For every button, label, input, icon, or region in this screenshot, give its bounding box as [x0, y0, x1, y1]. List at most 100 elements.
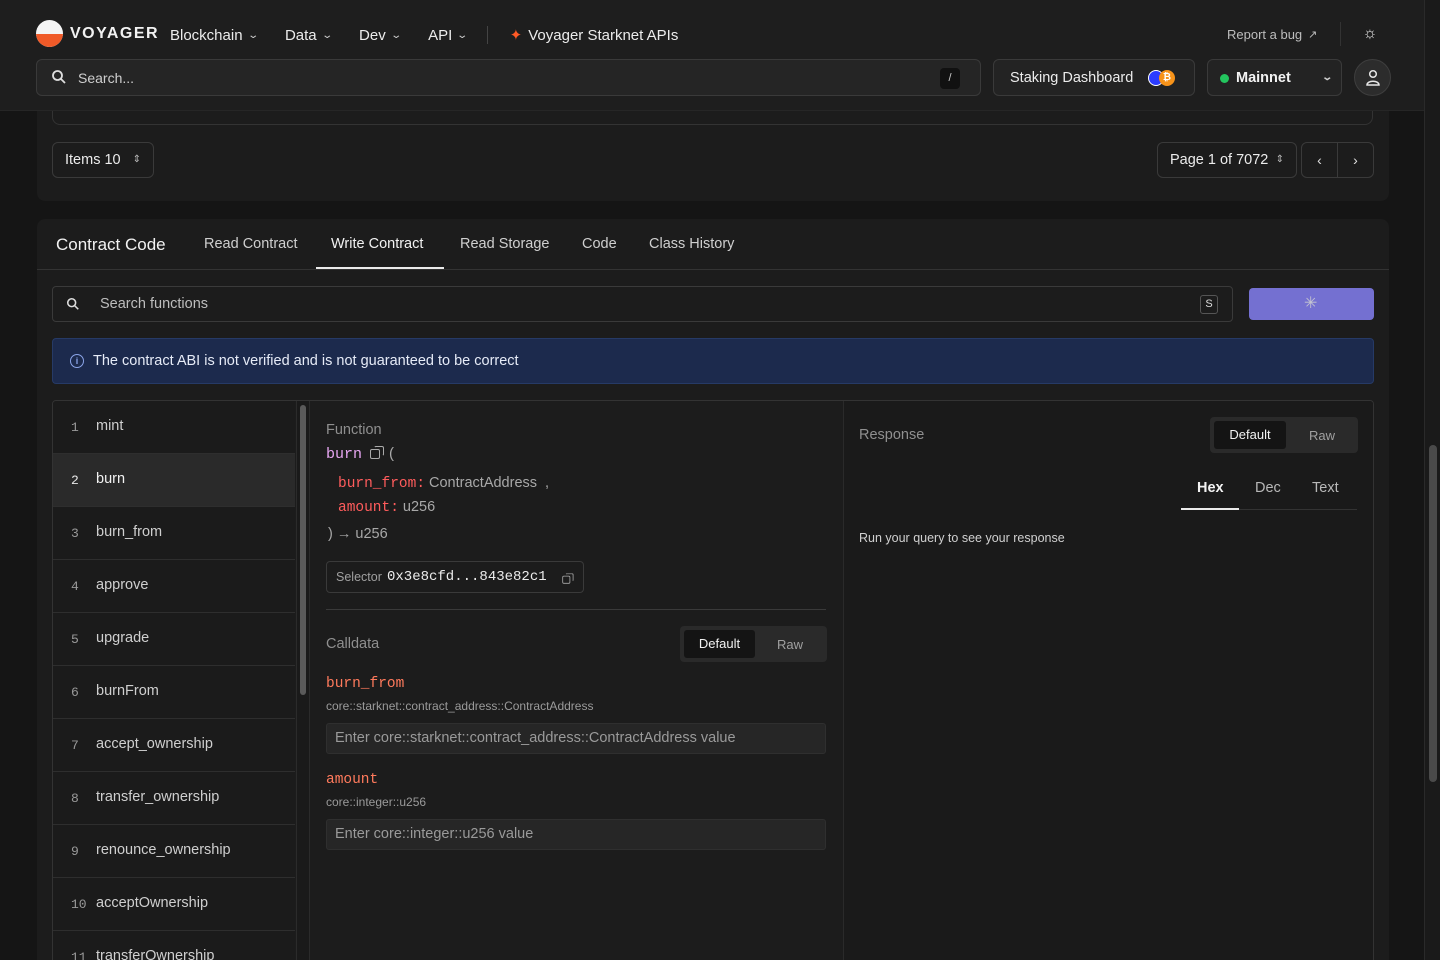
page-scrollbar[interactable] [1424, 0, 1440, 960]
amount-input[interactable]: Enter core::integer::u256 value [326, 819, 826, 850]
chevron-right-icon: › [1353, 152, 1358, 168]
search-shortcut-key: / [940, 68, 960, 89]
nav-api[interactable]: API ⌄ [428, 24, 468, 46]
sun-icon[interactable]: ☼ [1362, 26, 1378, 42]
open-paren: ( [389, 445, 395, 462]
function-list-item[interactable]: 8 transfer_ownership [53, 772, 295, 825]
next-page-button[interactable]: › [1337, 142, 1374, 178]
param-type: core::starknet::contract_address::Contra… [326, 699, 594, 713]
tab-write-contract[interactable]: Write Contract [331, 236, 423, 252]
staking-dashboard-button[interactable]: Staking Dashboard ₿ [993, 59, 1195, 96]
copy-icon[interactable] [562, 573, 574, 584]
tab-dec[interactable]: Dec [1255, 480, 1281, 496]
chevron-down-icon: ⌄ [320, 29, 333, 41]
network-select[interactable]: Mainnet ⌄ [1207, 59, 1342, 96]
info-icon: i [70, 354, 84, 368]
function-list-item[interactable]: 7 accept_ownership [53, 719, 295, 772]
items-per-page-label: Items 10 [65, 152, 121, 168]
function-search-input[interactable]: Search functions S [52, 286, 1233, 322]
function-list-item[interactable]: 1 mint [53, 401, 295, 454]
function-search-shortcut-key: S [1200, 295, 1218, 314]
sort-icon: ⇕ [1275, 154, 1284, 165]
function-name: transferOwnership [96, 948, 215, 960]
tab-read-contract[interactable]: Read Contract [204, 236, 298, 252]
selector-value: 0x3e8cfd...843e82c1 [387, 569, 547, 585]
chevron-down-icon: ⌄ [1320, 72, 1333, 83]
nav-dev-label: Dev [359, 26, 386, 44]
function-signature-name: burn [326, 446, 363, 463]
function-list-item[interactable]: 3 burn_from [53, 507, 295, 560]
scrollbar-thumb[interactable] [1429, 445, 1437, 782]
items-per-page-select[interactable]: Items 10 ⇕ [52, 142, 154, 178]
page-select-label: Page 1 of 7072 [1170, 152, 1269, 168]
btc-coin-icon: ₿ [1159, 70, 1175, 86]
tab-hex[interactable]: Hex [1197, 480, 1224, 496]
arg-separator: , [545, 475, 550, 491]
section-title: Contract Code [56, 235, 166, 254]
function-index: 1 [71, 420, 79, 435]
arg-name: amount: [338, 500, 399, 516]
sort-icon: ⇕ [132, 154, 141, 165]
function-list-item[interactable]: 9 renounce_ownership [53, 825, 295, 878]
param-type: core::integer::u256 [326, 795, 427, 809]
user-icon [1366, 69, 1380, 86]
main-nav: Blockchain ⌄ Data ⌄ Dev ⌄ API ⌄ ✦ Voyager Sta… [170, 24, 678, 46]
chevron-down-icon: ⌄ [390, 29, 402, 41]
function-index: 10 [71, 897, 87, 912]
burn-from-input[interactable]: Enter core::starknet::contract_address::… [326, 723, 826, 754]
function-index: 8 [71, 791, 79, 806]
function-list-scrollbar[interactable] [296, 401, 310, 960]
divider [326, 609, 826, 610]
logo[interactable]: VOYAGER [36, 20, 159, 47]
nav-dev[interactable]: Dev ⌄ [359, 24, 402, 46]
coins-icon: ₿ [1148, 69, 1180, 87]
function-detail-pane: Function burn ( burn_from: ContractAddress… [311, 401, 843, 960]
previous-page-button[interactable]: ‹ [1301, 142, 1338, 178]
contract-tabs: Contract Code Read Contract Write Contra… [37, 219, 1389, 270]
function-list-item[interactable]: 10 acceptOwnership [53, 878, 295, 931]
function-search-placeholder: Search functions [100, 296, 209, 312]
tab-class-history[interactable]: Class History [649, 236, 734, 252]
function-index: 7 [71, 738, 79, 753]
calldata-mode-default[interactable]: Default [684, 630, 755, 658]
function-list-item[interactable]: 5 upgrade [53, 613, 295, 666]
loading-spinner-icon: ✳ [1304, 295, 1318, 312]
function-list-item[interactable]: 4 approve [53, 560, 295, 613]
nav-api-label: API [428, 26, 453, 44]
param-name: burn_from [326, 676, 405, 692]
nav-data[interactable]: Data ⌄ [285, 24, 333, 46]
function-list-item[interactable]: 11 transferOwnership [53, 931, 295, 960]
report-bug-link[interactable]: Report a bug ↗ [1227, 27, 1317, 42]
function-name: upgrade [96, 630, 150, 646]
function-section-label: Function [326, 422, 382, 438]
user-avatar-button[interactable] [1354, 59, 1391, 96]
active-tab-indicator [316, 267, 444, 269]
calldata-mode-raw[interactable]: Raw [758, 630, 822, 658]
response-mode-default[interactable]: Default [1214, 421, 1286, 449]
top-header: VOYAGER Blockchain ⌄ Data ⌄ Dev ⌄ API ⌄ ✦ Voy… [0, 0, 1424, 111]
function-list-item[interactable]: 2 burn [53, 454, 295, 507]
abi-warning-text: The contract ABI is not verified and is … [93, 353, 519, 369]
response-mode-raw[interactable]: Raw [1290, 421, 1354, 449]
nav-blockchain-label: Blockchain [170, 26, 243, 44]
global-search-placeholder: Search... [78, 70, 135, 86]
tab-text[interactable]: Text [1312, 480, 1339, 496]
copy-icon[interactable] [370, 446, 385, 459]
run-button[interactable]: ✳ [1249, 288, 1374, 320]
page-select[interactable]: Page 1 of 7072 ⇕ [1157, 142, 1297, 178]
function-index: 3 [71, 526, 79, 541]
contract-code-card: Contract Code Read Contract Write Contra… [37, 219, 1389, 960]
function-list-item[interactable]: 6 burnFrom [53, 666, 295, 719]
nav-starknet-apis[interactable]: ✦ Voyager Starknet APIs [510, 26, 679, 45]
nav-blockchain[interactable]: Blockchain ⌄ [170, 24, 259, 46]
tab-read-storage[interactable]: Read Storage [460, 236, 549, 252]
response-pane: Response Default Raw Hex Dec Text Run yo… [843, 401, 1373, 960]
arg-type: ContractAddress [429, 475, 538, 491]
selector-box: Selector 0x3e8cfd...843e82c1 [326, 561, 584, 593]
response-empty-state: Run your query to see your response [859, 531, 1065, 545]
nav-divider [486, 26, 488, 44]
scrollbar-thumb[interactable] [300, 405, 306, 695]
tab-code[interactable]: Code [582, 236, 617, 252]
calldata-label: Calldata [326, 636, 380, 652]
global-search-input[interactable]: Search... / [36, 59, 981, 96]
